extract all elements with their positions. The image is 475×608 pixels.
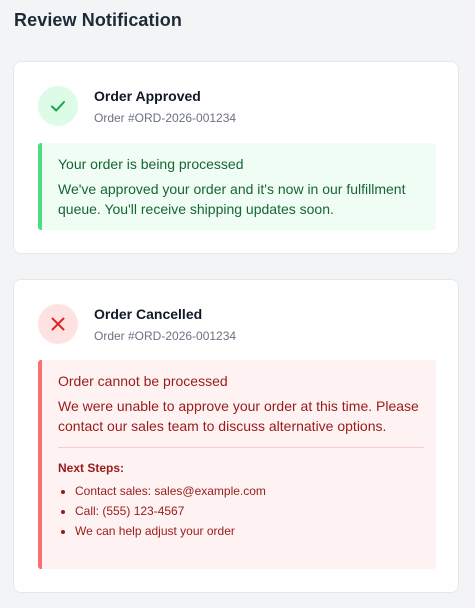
next-steps-list: Contact sales: sales@example.com Call: (… (58, 481, 424, 541)
page-title: Review Notification (14, 10, 182, 30)
approved-notification-card: Order Approved Order #ORD-2026-001234 Yo… (13, 61, 459, 254)
next-step-adjust-order: We can help adjust your order (75, 521, 424, 541)
x-icon (38, 304, 78, 344)
success-alert-heading: Your order is being processed (58, 156, 244, 172)
next-steps-label: Next Steps: (58, 461, 125, 475)
next-step-call: Call: (555) 123-4567 (75, 501, 424, 521)
error-alert-body: We were unable to approve your order at … (58, 398, 419, 434)
success-alert-body: We've approved your order and it's now i… (58, 181, 406, 217)
cancelled-notification-card: Order Cancelled Order #ORD-2026-001234 O… (13, 279, 459, 593)
success-alert: Your order is being processed We've appr… (38, 143, 436, 230)
error-alert-heading: Order cannot be processed (58, 373, 228, 389)
error-alert: Order cannot be processed We were unable… (38, 360, 436, 569)
approved-order-number: Order #ORD-2026-001234 (94, 111, 237, 125)
cancelled-order-number: Order #ORD-2026-001234 (94, 329, 237, 343)
check-icon (38, 86, 78, 126)
next-step-contact-sales: Contact sales: sales@example.com (75, 481, 424, 501)
review-notification-page: Review Notification Order Approved Order… (0, 0, 475, 608)
alert-divider (58, 447, 424, 448)
cancelled-title: Order Cancelled (94, 306, 203, 322)
approved-title: Order Approved (94, 88, 201, 104)
